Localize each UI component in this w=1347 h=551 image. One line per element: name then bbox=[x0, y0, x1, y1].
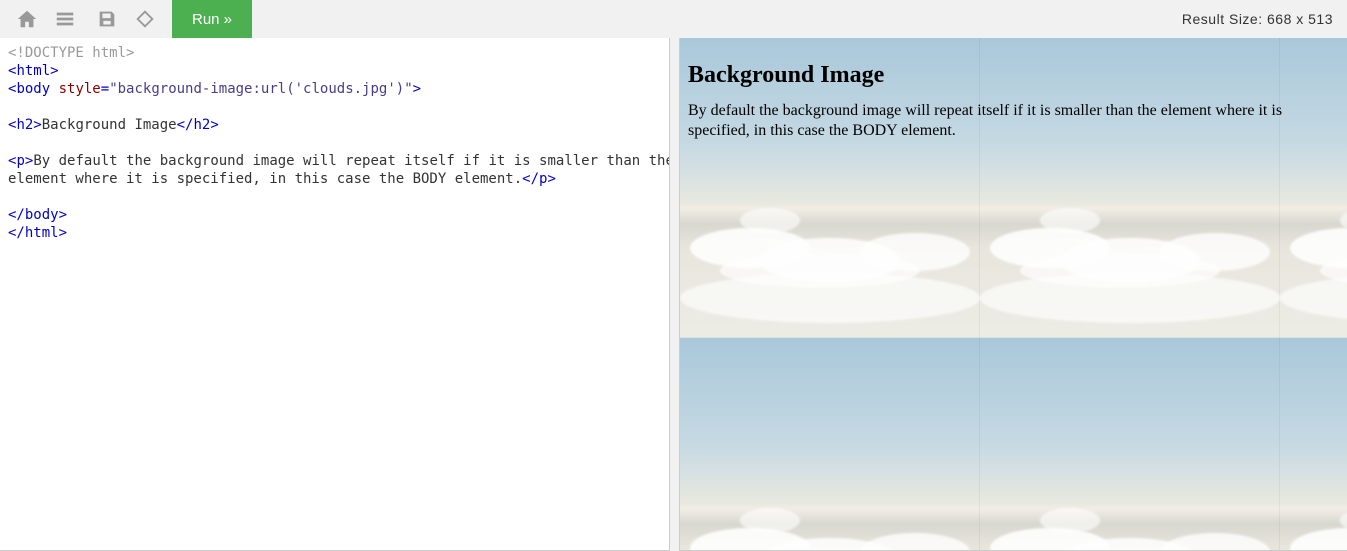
code-token: <!DOCTYPE html> bbox=[8, 45, 134, 61]
code-token bbox=[50, 81, 58, 97]
run-button[interactable]: Run » bbox=[172, 0, 252, 38]
code-token: > bbox=[547, 171, 555, 187]
home-icon[interactable] bbox=[8, 0, 46, 38]
code-token: > bbox=[59, 207, 67, 223]
code-token: > bbox=[33, 117, 41, 133]
result-size-value: 668 x 513 bbox=[1267, 11, 1333, 27]
result-size-text: Result Size: bbox=[1182, 11, 1263, 27]
code-token: > bbox=[210, 117, 218, 133]
code-editor[interactable]: <!DOCTYPE html> <html> <body style="back… bbox=[0, 38, 670, 551]
code-token: h2 bbox=[16, 117, 33, 133]
code-token: body bbox=[25, 207, 59, 223]
result-size-label: Result Size: 668 x 513 bbox=[1182, 11, 1339, 27]
preview-pane: Background Image By default the backgrou… bbox=[679, 38, 1347, 551]
code-token: </ bbox=[8, 225, 25, 241]
code-token: h2 bbox=[193, 117, 210, 133]
code-token: style bbox=[59, 81, 101, 97]
save-icon[interactable] bbox=[88, 0, 126, 38]
toolbar: Run » Result Size: 668 x 513 bbox=[0, 0, 1347, 38]
code-token: = bbox=[101, 81, 109, 97]
code-token: Background Image bbox=[42, 117, 177, 133]
preview-heading: Background Image bbox=[688, 62, 1339, 89]
pane-splitter[interactable] bbox=[670, 38, 679, 551]
code-token: </ bbox=[522, 171, 539, 187]
code-token: html bbox=[16, 63, 50, 79]
code-token: > bbox=[50, 63, 58, 79]
code-token: p bbox=[16, 153, 24, 169]
code-token: > bbox=[413, 81, 421, 97]
code-token: > bbox=[59, 225, 67, 241]
code-token: html bbox=[25, 225, 59, 241]
rotate-icon[interactable] bbox=[126, 0, 164, 38]
code-token: By default the background image will rep… bbox=[8, 153, 670, 187]
code-token: </ bbox=[177, 117, 194, 133]
code-token: body bbox=[16, 81, 50, 97]
code-token: "background-image:url('clouds.jpg')" bbox=[109, 81, 412, 97]
preview-content: Background Image By default the backgrou… bbox=[680, 38, 1347, 550]
code-token: </ bbox=[8, 207, 25, 223]
panes: <!DOCTYPE html> <html> <body style="back… bbox=[0, 38, 1347, 551]
menu-icon[interactable] bbox=[46, 0, 84, 38]
preview-paragraph: By default the background image will rep… bbox=[688, 101, 1339, 141]
